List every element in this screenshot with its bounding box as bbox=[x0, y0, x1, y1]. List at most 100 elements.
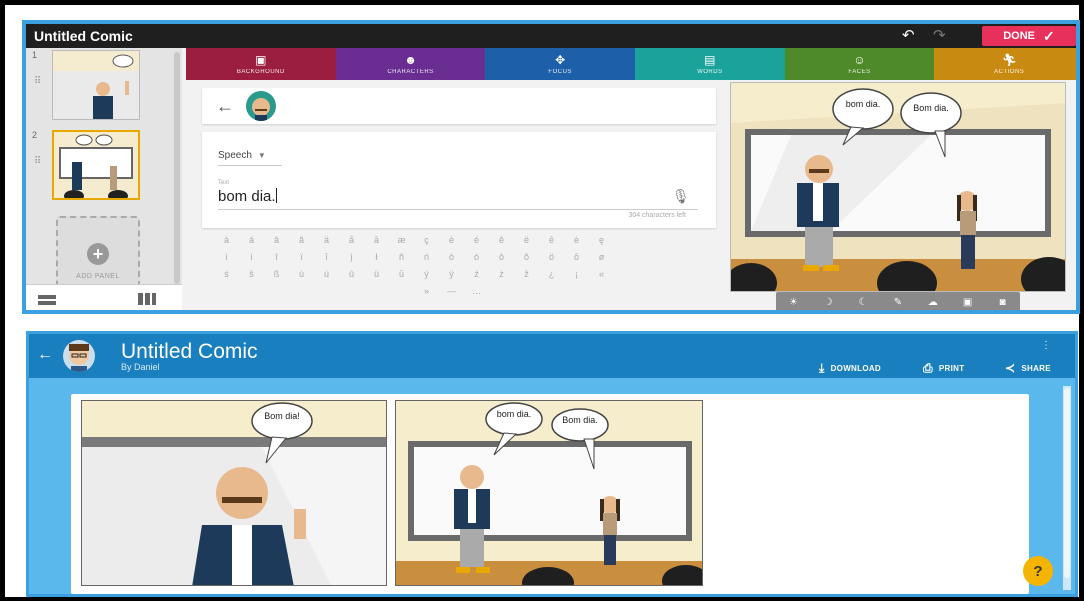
author-avatar[interactable] bbox=[63, 340, 95, 372]
scrollbar-thumb[interactable] bbox=[1064, 388, 1070, 578]
accent-key[interactable]: ī bbox=[314, 249, 339, 266]
more-vertical-icon[interactable]: ⋮ bbox=[1041, 340, 1051, 351]
canvas-bubble-2: Bom dia. bbox=[913, 103, 949, 113]
accent-key[interactable]: — bbox=[439, 283, 464, 300]
accent-key[interactable]: ė bbox=[564, 232, 589, 249]
print-button[interactable]: ⎙ PRINT bbox=[923, 361, 964, 376]
accent-key[interactable]: ê bbox=[489, 232, 514, 249]
check-icon: ✓ bbox=[1043, 27, 1055, 44]
drag-handle-icon[interactable]: ⠿ bbox=[34, 156, 41, 167]
sidebar-scrollbar[interactable] bbox=[174, 52, 180, 284]
mic-off-icon[interactable]: 🎙︎ bbox=[672, 188, 690, 205]
list-view-icon[interactable] bbox=[38, 295, 56, 305]
accent-key[interactable]: ž bbox=[514, 266, 539, 283]
accent-key[interactable]: … bbox=[464, 283, 489, 300]
accent-key[interactable]: ń bbox=[414, 249, 439, 266]
accent-key[interactable]: ù bbox=[289, 266, 314, 283]
download-button[interactable]: ⤓ DOWNLOAD bbox=[819, 361, 881, 376]
back-arrow-icon[interactable]: ← bbox=[37, 346, 53, 364]
accent-key[interactable]: ¡ bbox=[564, 266, 589, 283]
select-underline bbox=[218, 165, 282, 166]
character-avatar[interactable] bbox=[246, 91, 276, 121]
speech-text-input[interactable]: bom dia. bbox=[218, 188, 277, 205]
tab-faces[interactable]: ☺ FACES bbox=[784, 48, 935, 80]
done-button[interactable]: DONE ✓ bbox=[982, 26, 1076, 46]
accent-key[interactable]: « bbox=[589, 266, 614, 283]
accent-key[interactable]: è bbox=[439, 232, 464, 249]
tab-words[interactable]: ▤ WORDS bbox=[635, 48, 785, 80]
accent-key[interactable]: ó bbox=[464, 249, 489, 266]
tab-actions[interactable]: 🏃︎ ACTIONS bbox=[934, 48, 1076, 80]
accent-key[interactable]: ß bbox=[264, 266, 289, 283]
accent-key[interactable]: š bbox=[239, 266, 264, 283]
moon-icon[interactable]: ☽ bbox=[820, 297, 836, 308]
share-label: SHARE bbox=[1021, 363, 1051, 373]
accent-key[interactable]: ï bbox=[289, 249, 314, 266]
accent-key[interactable]: å bbox=[339, 232, 364, 249]
accent-key[interactable]: é bbox=[464, 232, 489, 249]
tab-focus[interactable]: ✥ FOCUS bbox=[485, 48, 636, 80]
accent-key[interactable]: ū bbox=[389, 266, 414, 283]
cloud-icon[interactable]: ☁ bbox=[925, 297, 941, 308]
accent-key[interactable]: ç bbox=[414, 232, 439, 249]
tab-label: FACES bbox=[848, 68, 871, 75]
accent-key[interactable]: ò bbox=[439, 249, 464, 266]
accent-key[interactable]: ì bbox=[214, 249, 239, 266]
accent-key[interactable]: à bbox=[214, 232, 239, 249]
share-button[interactable]: ≺ SHARE bbox=[1005, 361, 1051, 375]
accent-key[interactable]: â bbox=[264, 232, 289, 249]
back-arrow-icon[interactable]: ← bbox=[216, 96, 234, 117]
plus-icon: + bbox=[87, 242, 109, 265]
accent-key[interactable]: û bbox=[339, 266, 364, 283]
accent-key[interactable]: õ bbox=[514, 249, 539, 266]
grid-view-icon[interactable] bbox=[138, 293, 156, 305]
accent-key[interactable]: ú bbox=[314, 266, 339, 283]
accent-key[interactable]: ē bbox=[539, 232, 564, 249]
edit-icon[interactable]: ✎ bbox=[890, 297, 906, 308]
tab-label: BACKGROUND bbox=[236, 68, 285, 75]
panel-thumbnail-1[interactable] bbox=[52, 50, 140, 120]
accent-key[interactable]: ż bbox=[489, 266, 514, 283]
tab-label: CHARACTERS bbox=[387, 68, 434, 75]
dark-moon-icon[interactable]: ☾ bbox=[855, 297, 871, 308]
accent-key[interactable]: ë bbox=[514, 232, 539, 249]
accent-key[interactable]: ā bbox=[364, 232, 389, 249]
comic-panel-1[interactable]: Bom dia! bbox=[81, 400, 387, 586]
undo-icon[interactable]: ↶ bbox=[902, 28, 924, 44]
accent-key[interactable]: î bbox=[264, 249, 289, 266]
accent-key[interactable]: ô bbox=[489, 249, 514, 266]
accent-key[interactable]: ÿ bbox=[439, 266, 464, 283]
accent-key[interactable]: ø bbox=[589, 249, 614, 266]
accent-key[interactable]: ł bbox=[364, 249, 389, 266]
accent-key[interactable]: á bbox=[239, 232, 264, 249]
help-button[interactable]: ? bbox=[1023, 556, 1053, 586]
accent-key[interactable]: ä bbox=[314, 232, 339, 249]
brightness-icon[interactable]: ☀ bbox=[785, 297, 801, 308]
tab-characters[interactable]: ☻ CHARACTERS bbox=[335, 48, 486, 80]
accent-key[interactable]: ñ bbox=[389, 249, 414, 266]
accent-key[interactable]: į bbox=[339, 249, 364, 266]
accent-key[interactable]: » bbox=[414, 283, 439, 300]
accent-key[interactable]: ę bbox=[589, 232, 614, 249]
camera-icon[interactable]: ◙ bbox=[994, 297, 1010, 308]
accent-key[interactable]: ü bbox=[364, 266, 389, 283]
panel-thumbnail-2[interactable] bbox=[52, 130, 140, 200]
canvas-toolbar: ☀ ☽ ☾ ✎ ☁ ▣ ◙ bbox=[776, 292, 1020, 310]
comic-panel-canvas[interactable]: bom dia. Bom dia. bbox=[730, 82, 1066, 292]
accent-key[interactable]: ý bbox=[414, 266, 439, 283]
tab-background[interactable]: ▣ BACKGROUND bbox=[186, 48, 336, 80]
accent-key[interactable]: ś bbox=[214, 266, 239, 283]
drag-handle-icon[interactable]: ⠿ bbox=[34, 76, 41, 87]
comic-panel-2[interactable]: bom dia. Bom dia. bbox=[395, 400, 703, 586]
bubble-type-select[interactable]: Speech ▼ bbox=[218, 150, 266, 161]
redo-icon[interactable]: ↷ bbox=[933, 28, 955, 44]
accent-key[interactable]: æ bbox=[389, 232, 414, 249]
image-icon[interactable]: ▣ bbox=[960, 297, 976, 308]
accent-key[interactable]: í bbox=[239, 249, 264, 266]
accent-key[interactable]: ¿ bbox=[539, 266, 564, 283]
accent-key[interactable]: ã bbox=[289, 232, 314, 249]
accent-key[interactable]: ö bbox=[539, 249, 564, 266]
accent-key[interactable]: ź bbox=[464, 266, 489, 283]
accent-key[interactable]: ō bbox=[564, 249, 589, 266]
viewer-scrollbar[interactable] bbox=[1063, 386, 1071, 590]
